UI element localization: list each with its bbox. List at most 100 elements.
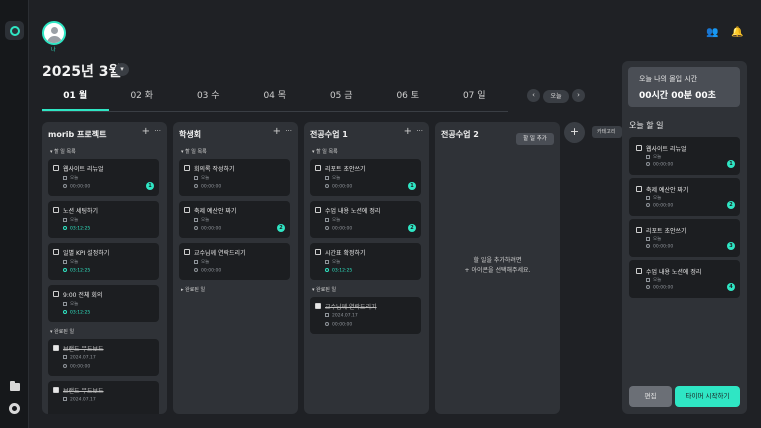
checkbox-icon[interactable] [315, 249, 321, 255]
task-card[interactable]: 리포트 초안쓰기 오늘 00:00:00 1 [310, 159, 421, 196]
task-card[interactable]: 웹사이트 리뉴얼 오늘 00:00:00 1 [48, 159, 159, 196]
task-card[interactable]: 노션 세팅하기 오늘 03:12:25 [48, 201, 159, 238]
task-deadline: 오늘 [63, 301, 78, 307]
task-card[interactable]: 브랜드 무드보드 2024.07.17 [48, 381, 159, 414]
task-card[interactable]: 회의록 작성하기 오늘 00:00:00 [179, 159, 290, 196]
clock-icon [194, 184, 198, 188]
order-badge: 1 [727, 160, 735, 168]
tab-day[interactable]: 05 금 [308, 88, 375, 111]
task-time-text: 00:00:00 [201, 184, 222, 190]
task-time-text: 00:00:00 [653, 285, 674, 291]
checkbox-checked-icon[interactable] [53, 387, 59, 393]
chevron-right-icon[interactable]: › [572, 89, 585, 102]
task-time-text: 03:12:25 [70, 268, 91, 274]
tab-day[interactable]: 04 목 [242, 88, 309, 111]
task-deadline: 2024.07.17 [325, 313, 358, 319]
task-time-text: 00:00:00 [332, 322, 353, 328]
calendar-icon [63, 217, 67, 222]
task-card[interactable]: 일별 KPI 설정하기 오늘 03:12:25 [48, 243, 159, 280]
order-badge: 3 [727, 242, 735, 250]
done-section-header[interactable]: ▾ 완료된 일 [50, 328, 74, 335]
empty-line-1: 할 일을 추가하려면 [473, 257, 522, 264]
tab-day[interactable]: 07 일 [441, 88, 508, 111]
todo-section-header[interactable]: ▾ 할 일 목록 [50, 148, 76, 155]
todo-section-header[interactable]: ▾ 할 일 목록 [312, 148, 338, 155]
calendar-icon [646, 236, 650, 241]
more-icon[interactable]: ··· [285, 127, 292, 135]
category-title: 전공수업 2 [441, 130, 479, 139]
task-time: 03:12:25 [63, 310, 90, 316]
plus-icon[interactable]: + [273, 126, 281, 137]
task-deadline: 오늘 [325, 175, 340, 181]
task-time-text: 00:00:00 [201, 226, 222, 232]
checkbox-icon[interactable] [184, 165, 190, 171]
checkbox-icon[interactable] [53, 249, 59, 255]
task-deadline-text: 오늘 [70, 218, 79, 223]
today-task-card[interactable]: 축제 예산안 짜기 오늘 00:00:00 2 [629, 178, 740, 216]
done-section-header[interactable]: ▸ 완료된 일 [181, 286, 205, 293]
checkbox-icon[interactable] [636, 227, 642, 233]
task-deadline: 오늘 [646, 195, 661, 201]
today-task-card[interactable]: 리포트 초안쓰기 오늘 00:00:00 3 [629, 219, 740, 257]
checkbox-icon[interactable] [184, 207, 190, 213]
clock-icon [194, 268, 198, 272]
checkbox-icon[interactable] [636, 186, 642, 192]
today-task-card[interactable]: 웹사이트 리뉴얼 오늘 00:00:00 1 [629, 137, 740, 175]
task-card[interactable]: 9:00 전체 회의 오늘 03:12:25 [48, 285, 159, 322]
app-logo-icon[interactable] [5, 21, 24, 40]
checkbox-checked-icon[interactable] [53, 345, 59, 351]
task-card[interactable]: 축제 예산안 짜기 오늘 00:00:00 2 [179, 201, 290, 238]
task-card[interactable]: 브랜드 무드보드 2024.07.17 00:00:00 [48, 339, 159, 376]
add-category-button[interactable]: + [564, 122, 585, 143]
checkbox-icon[interactable] [636, 145, 642, 151]
users-icon[interactable]: 👥 [706, 27, 718, 38]
checkbox-icon[interactable] [184, 249, 190, 255]
checkbox-icon[interactable] [315, 165, 321, 171]
checkbox-checked-icon[interactable] [315, 303, 321, 309]
tab-day[interactable]: 06 토 [375, 88, 442, 111]
checkbox-icon[interactable] [53, 291, 59, 297]
more-icon[interactable]: ··· [416, 127, 423, 135]
edit-button[interactable]: 편집 [629, 386, 672, 407]
today-task-card[interactable]: 수업 내용 노션에 정리 오늘 00:00:00 4 [629, 260, 740, 298]
task-time: 00:00:00 [63, 184, 90, 190]
task-card[interactable]: 교수님께 연락드리기 오늘 00:00:00 [179, 243, 290, 280]
folder-icon[interactable] [10, 381, 20, 391]
todo-section-header[interactable]: ▾ 할 일 목록 [181, 148, 207, 155]
task-deadline: 2024.07.17 [63, 355, 96, 361]
clock-icon [325, 226, 329, 230]
clock-icon [194, 226, 198, 230]
plus-icon[interactable]: + [142, 126, 150, 137]
calendar-icon [646, 195, 650, 200]
task-card[interactable]: 시간표 확정하기 오늘 03:12:25 [310, 243, 421, 280]
task-deadline-text: 오늘 [332, 218, 341, 223]
checkbox-icon[interactable] [53, 207, 59, 213]
done-section-header[interactable]: ▾ 완료된 일 [312, 286, 336, 293]
plus-icon[interactable]: + [404, 126, 412, 137]
task-deadline: 오늘 [63, 259, 78, 265]
task-deadline-text: 오늘 [653, 196, 662, 201]
task-time-text: 00:00:00 [70, 184, 91, 190]
task-time-text: 00:00:00 [653, 244, 674, 250]
today-button[interactable]: 오늘 [543, 90, 569, 103]
bell-icon[interactable]: 🔔 [731, 27, 743, 38]
gear-icon[interactable] [9, 403, 20, 414]
chevron-down-icon[interactable]: ▾ [115, 63, 129, 76]
task-card[interactable]: 교수님께 연락드리기 2024.07.17 00:00:00 [310, 297, 421, 334]
add-task-button[interactable]: 할 일 추가 [516, 133, 554, 145]
avatar[interactable] [42, 21, 66, 45]
checkbox-icon[interactable] [636, 268, 642, 274]
checkbox-icon[interactable] [315, 207, 321, 213]
tab-day[interactable]: 01 월 [42, 88, 109, 111]
task-card[interactable]: 수업 내용 노션에 정리 오늘 00:00:00 2 [310, 201, 421, 238]
chevron-left-icon[interactable]: ‹ [527, 89, 540, 102]
tab-day[interactable]: 02 화 [109, 88, 176, 111]
task-time: 00:00:00 [325, 226, 352, 232]
task-deadline-text: 2024.07.17 [70, 355, 96, 361]
start-timer-button[interactable]: 타이머 시작하기 [675, 386, 740, 407]
tab-day[interactable]: 03 수 [175, 88, 242, 111]
more-icon[interactable]: ··· [154, 127, 161, 135]
task-deadline-text: 오늘 [332, 260, 341, 265]
checkbox-icon[interactable] [53, 165, 59, 171]
todo-section-label: 할 일 목록 [185, 149, 207, 155]
